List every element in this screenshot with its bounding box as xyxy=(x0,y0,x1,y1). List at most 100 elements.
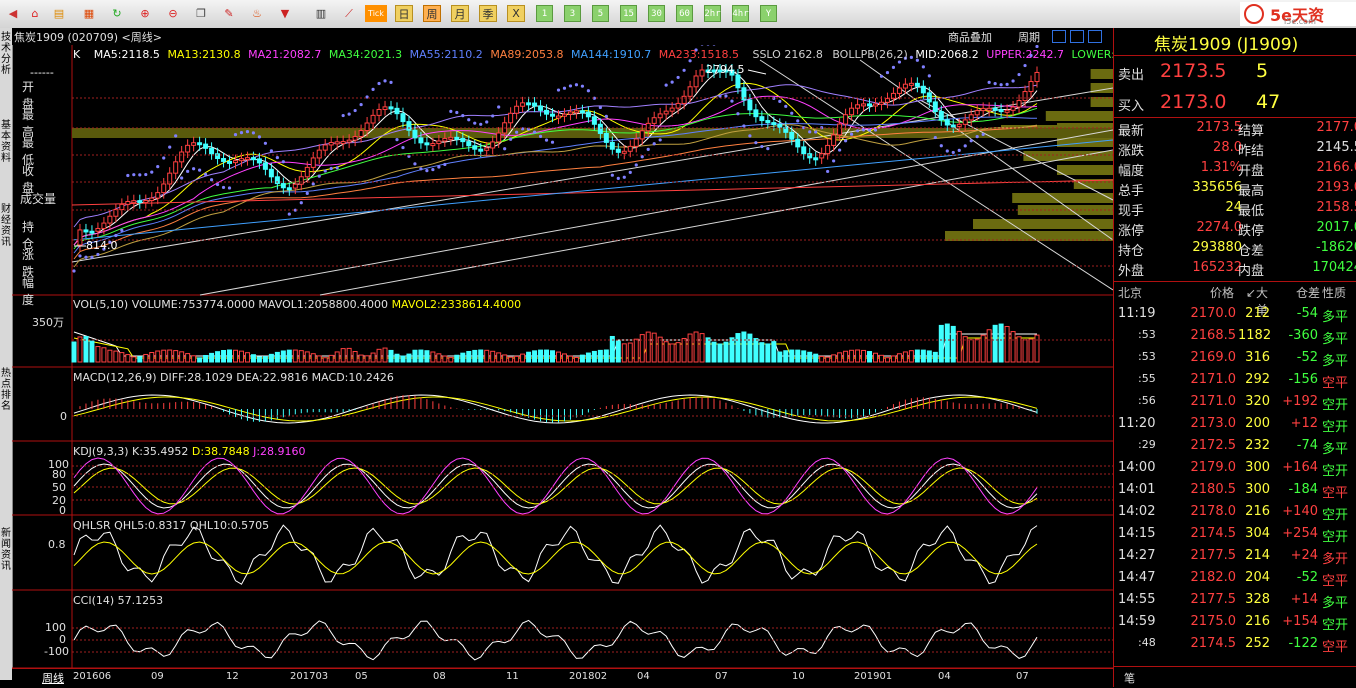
candle-body xyxy=(926,92,932,103)
period-5-button[interactable]: 5 xyxy=(592,5,609,22)
home-icon[interactable]: ⌂ xyxy=(26,4,44,23)
window-icon[interactable]: ❐ xyxy=(192,4,210,23)
volume-bar xyxy=(621,343,627,363)
period-1-button[interactable]: 1 xyxy=(536,5,553,22)
volume-bar xyxy=(227,349,233,363)
volume-bar xyxy=(1028,338,1034,363)
volume-bar xyxy=(585,352,591,363)
sar-dot xyxy=(1017,72,1021,77)
kdj-k-line xyxy=(73,463,1038,509)
volume-bar xyxy=(717,343,723,363)
volume-bar xyxy=(1010,331,1016,363)
sar-dot xyxy=(96,252,100,257)
candle-body xyxy=(986,107,992,111)
period-60-button[interactable]: 60 xyxy=(676,5,693,22)
sar-dot xyxy=(192,167,196,171)
period-y-button[interactable]: Y xyxy=(760,5,777,22)
volume-bar xyxy=(514,355,520,363)
volume-profile-bar xyxy=(1045,111,1113,121)
volume-bar xyxy=(561,353,567,363)
tick-cell: 316 xyxy=(1245,350,1270,365)
candle-body xyxy=(376,108,382,116)
volume-bar xyxy=(813,353,819,363)
sar-dot xyxy=(311,182,315,186)
book-icon[interactable]: ▤ xyxy=(50,4,68,23)
period-button[interactable]: 周期 xyxy=(1018,29,1040,45)
sidebar-tab-tech[interactable]: 技术分析 xyxy=(0,32,12,76)
volume-bar xyxy=(149,351,155,363)
volume-bar xyxy=(986,329,992,363)
kdj-50: 50 xyxy=(52,481,66,494)
period-3-button[interactable]: 3 xyxy=(564,5,581,22)
tick-footer-tab[interactable]: 笔 xyxy=(1124,670,1135,686)
chart-area[interactable]: 2794.5 814.0 xyxy=(12,45,1113,668)
volume-bar xyxy=(771,341,777,363)
stat-label: 开盘 xyxy=(1238,164,1265,179)
sar-dot xyxy=(156,165,160,169)
report-icon[interactable]: ▦ xyxy=(80,4,98,23)
stat-label: 持仓 xyxy=(1118,244,1145,259)
day-button[interactable]: 日 xyxy=(395,5,413,22)
line-chart-icon[interactable]: ⟋ xyxy=(340,4,358,23)
draw-pen-icon[interactable]: ✎ xyxy=(220,4,238,23)
sar-dot xyxy=(975,135,979,139)
bottom-tab-weekly[interactable]: 周线 xyxy=(42,670,64,686)
sidebar-tab-basic[interactable]: 基本资料 xyxy=(0,120,12,164)
sidebar-tab-finance[interactable]: 财经资讯 xyxy=(0,204,12,248)
table-icon[interactable]: ▥ xyxy=(312,4,330,23)
logo: 5e天资 i5e.com xyxy=(1240,2,1356,26)
volume-bar xyxy=(442,355,448,363)
week-button[interactable]: 周 xyxy=(423,5,441,22)
product-overlay-button[interactable]: 商品叠加 xyxy=(948,29,992,45)
sar-dot xyxy=(604,114,608,119)
tick-cell: 空平 xyxy=(1322,376,1349,391)
stat-label: 跌停 xyxy=(1238,224,1265,239)
tick-cell: 2177.5 xyxy=(1190,548,1237,563)
tick-button[interactable]: Tick xyxy=(365,5,387,22)
sar-dot xyxy=(335,166,339,170)
volume-bar xyxy=(789,349,795,363)
candle-body xyxy=(962,119,968,125)
candle-body xyxy=(771,122,777,126)
candle-body xyxy=(77,229,83,246)
sar-dot xyxy=(790,111,794,115)
period-30-button[interactable]: 30 xyxy=(648,5,665,22)
dock-icon-3[interactable] xyxy=(1088,30,1102,43)
back-icon[interactable]: ◀ xyxy=(4,4,22,23)
candle-body xyxy=(221,158,227,162)
kdj-d-label: D:38.7848 xyxy=(191,445,250,458)
dock-icon-2[interactable] xyxy=(1070,30,1084,43)
volume-bar xyxy=(890,355,896,363)
sar-dot xyxy=(437,165,441,169)
candle-body xyxy=(298,176,304,185)
sidebar-tab-ranking[interactable]: 热点排名 xyxy=(0,368,12,412)
volume-bar xyxy=(298,350,304,363)
tick-cell: :53 xyxy=(1138,350,1156,363)
candle-body xyxy=(280,183,286,189)
stat-value: 2158.5 xyxy=(1316,200,1356,215)
stat-value: 335656 xyxy=(1192,180,1242,195)
period-2hr-button[interactable]: 2hr xyxy=(704,5,721,22)
sar-dot xyxy=(700,45,704,46)
zoom-out-icon[interactable]: ⊖ xyxy=(164,4,182,23)
fire-icon[interactable]: ♨ xyxy=(248,4,266,23)
candle-body xyxy=(113,209,119,217)
quarter-button[interactable]: 季 xyxy=(479,5,497,22)
sar-dot xyxy=(299,201,303,205)
filter-icon[interactable]: ▼ xyxy=(276,4,294,23)
period-15-button[interactable]: 15 xyxy=(620,5,637,22)
volume-bar xyxy=(436,353,442,363)
sidebar-tab-news[interactable]: 新闻资讯 xyxy=(0,528,12,572)
volume-bar xyxy=(131,356,137,363)
period-4hr-button[interactable]: 4hr xyxy=(732,5,749,22)
dock-icon-1[interactable] xyxy=(1052,30,1066,43)
candle-body xyxy=(735,74,741,89)
stat-label: 最新 xyxy=(1118,124,1145,139)
volume-bar xyxy=(550,350,556,363)
xaxis-label: 201901 xyxy=(854,671,893,682)
year-button[interactable]: X xyxy=(507,5,525,22)
sar-dot xyxy=(748,134,752,138)
month-button[interactable]: 月 xyxy=(451,5,469,22)
refresh-icon[interactable]: ↻ xyxy=(108,4,126,23)
zoom-in-icon[interactable]: ⊕ xyxy=(136,4,154,23)
